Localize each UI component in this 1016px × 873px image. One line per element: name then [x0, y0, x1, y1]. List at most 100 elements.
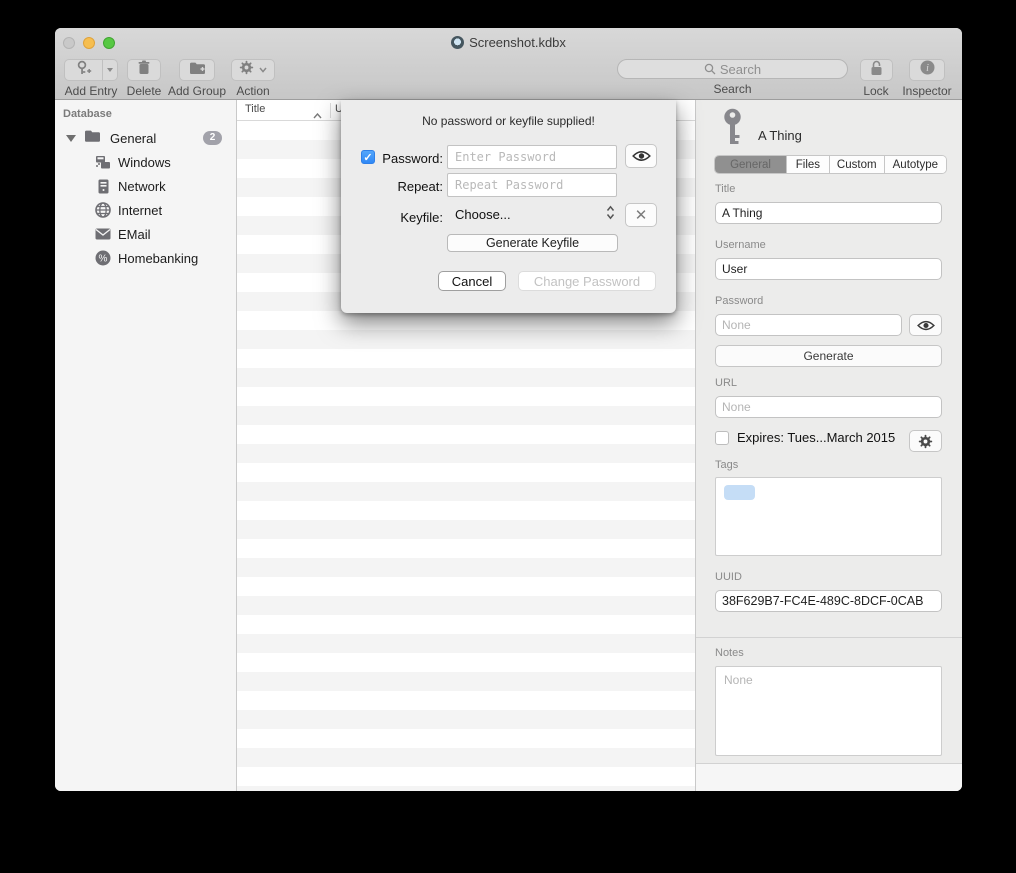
eye-icon	[632, 150, 651, 162]
uuid-field[interactable]	[715, 590, 942, 612]
svg-text:%: %	[99, 254, 108, 265]
username-field[interactable]	[715, 258, 942, 280]
divider	[696, 637, 962, 638]
search-placeholder: Search	[720, 62, 761, 77]
action-button[interactable]	[231, 59, 275, 81]
cancel-button[interactable]: Cancel	[438, 271, 506, 291]
repeat-label: Repeat:	[343, 179, 443, 194]
folder-plus-icon	[189, 61, 206, 80]
generate-keyfile-button[interactable]: Generate Keyfile	[447, 234, 618, 252]
inspector-label: Inspector	[902, 84, 951, 98]
sidebar: Database General 2 Windows Network	[55, 100, 237, 791]
title-field[interactable]	[715, 202, 942, 224]
sidebar-item-network[interactable]: Network	[55, 174, 236, 198]
notes-label: Notes	[715, 647, 744, 659]
tab-files[interactable]: Files	[787, 156, 830, 173]
change-password-button[interactable]: Change Password	[518, 271, 656, 291]
add-group-toolbar-item: Add Group	[165, 59, 229, 98]
entry-title: A Thing	[758, 128, 802, 143]
tab-custom[interactable]: Custom	[830, 156, 885, 173]
sidebar-item-homebanking[interactable]: % Homebanking	[55, 246, 236, 270]
sort-ascending-icon	[313, 106, 322, 124]
tab-general[interactable]: General	[715, 156, 787, 173]
notes-placeholder: None	[716, 667, 941, 693]
expires-checkbox[interactable]	[715, 431, 729, 445]
username-field-label: Username	[715, 239, 766, 251]
chevron-down-icon	[259, 67, 267, 73]
column-separator[interactable]	[330, 103, 331, 118]
search-icon	[704, 63, 716, 75]
gear-icon	[918, 434, 933, 449]
reveal-password-button[interactable]	[909, 314, 942, 336]
delete-button[interactable]	[127, 59, 161, 81]
action-label: Action	[236, 84, 269, 98]
lock-label: Lock	[863, 84, 888, 98]
sidebar-item-windows[interactable]: Windows	[55, 150, 236, 174]
inspector-panel: A Thing General Files Custom Autotype Ti…	[695, 100, 962, 791]
sidebar-item-email[interactable]: EMail	[55, 222, 236, 246]
globe-icon	[95, 202, 111, 218]
chevron-down-icon	[106, 67, 114, 73]
sidebar-item-label: EMail	[118, 227, 151, 242]
key-icon	[722, 108, 743, 151]
tags-box[interactable]	[715, 477, 942, 556]
add-entry-dropdown[interactable]	[102, 59, 118, 81]
folder-icon	[84, 129, 101, 148]
key-plus-icon	[76, 60, 92, 81]
add-group-label: Add Group	[168, 84, 226, 98]
tags-label: Tags	[715, 459, 738, 471]
expires-label: Expires: Tues...March 2015	[737, 430, 895, 445]
entry-count-badge: 2	[203, 131, 222, 145]
column-header-title[interactable]: Title	[245, 103, 265, 115]
url-field-label: URL	[715, 377, 737, 389]
add-group-button[interactable]	[179, 59, 215, 81]
disclosure-triangle-icon[interactable]	[66, 135, 76, 142]
svg-text:i: i	[926, 63, 929, 74]
repeat-input[interactable]	[447, 173, 617, 197]
add-entry-main[interactable]	[64, 59, 102, 81]
sidebar-section-header: Database	[63, 108, 112, 120]
sidebar-item-label: Windows	[118, 155, 171, 170]
sidebar-item-label: Network	[118, 179, 166, 194]
delete-label: Delete	[127, 84, 162, 98]
windows-icon	[95, 155, 111, 170]
lock-toolbar-item: Lock	[858, 59, 894, 98]
window-title: Screenshot.kdbx	[55, 35, 962, 50]
uuid-field-label: UUID	[715, 571, 742, 583]
tag-pill[interactable]	[724, 485, 755, 500]
sidebar-item-internet[interactable]: Internet	[55, 198, 236, 222]
tab-autotype[interactable]: Autotype	[885, 156, 946, 173]
notes-box[interactable]: None	[715, 666, 942, 756]
password-field[interactable]	[715, 314, 902, 336]
app-window: Screenshot.kdbx Add Entry	[55, 28, 962, 791]
search-input[interactable]: Search	[617, 59, 848, 79]
inspector-footer	[696, 764, 962, 791]
info-icon: i	[920, 60, 935, 80]
generate-password-button[interactable]: Generate	[715, 345, 942, 367]
keyfile-label: Keyfile:	[343, 210, 443, 225]
add-entry-button[interactable]	[64, 59, 118, 81]
clear-keyfile-button[interactable]: ✕	[625, 203, 657, 227]
inspector-toolbar-item: i Inspector	[898, 59, 956, 98]
lock-open-icon	[869, 60, 884, 81]
expires-settings-button[interactable]	[909, 430, 942, 452]
keyfile-popup[interactable]: Choose...	[455, 207, 511, 222]
sidebar-item-general[interactable]: General 2	[55, 127, 236, 149]
url-field[interactable]	[715, 396, 942, 418]
inspector-tabs: General Files Custom Autotype	[714, 155, 947, 174]
change-password-sheet: No password or keyfile supplied! ✓ Passw…	[341, 100, 676, 313]
search-toolbar-item: Search Search	[617, 59, 848, 96]
title-toolbar: Screenshot.kdbx Add Entry	[55, 28, 962, 100]
reveal-password-button[interactable]	[625, 144, 657, 168]
eye-icon	[917, 320, 935, 331]
sidebar-item-label: Internet	[118, 203, 162, 218]
document-proxy-icon[interactable]	[451, 36, 464, 49]
password-input[interactable]	[447, 145, 617, 169]
gear-icon	[239, 60, 254, 80]
delete-toolbar-item: Delete	[123, 59, 165, 98]
add-entry-toolbar-item: Add Entry	[63, 59, 119, 98]
inspector-button[interactable]: i	[909, 59, 945, 81]
lock-button[interactable]	[860, 59, 893, 81]
percent-icon: %	[95, 250, 111, 266]
stepper-icon[interactable]	[606, 205, 615, 225]
